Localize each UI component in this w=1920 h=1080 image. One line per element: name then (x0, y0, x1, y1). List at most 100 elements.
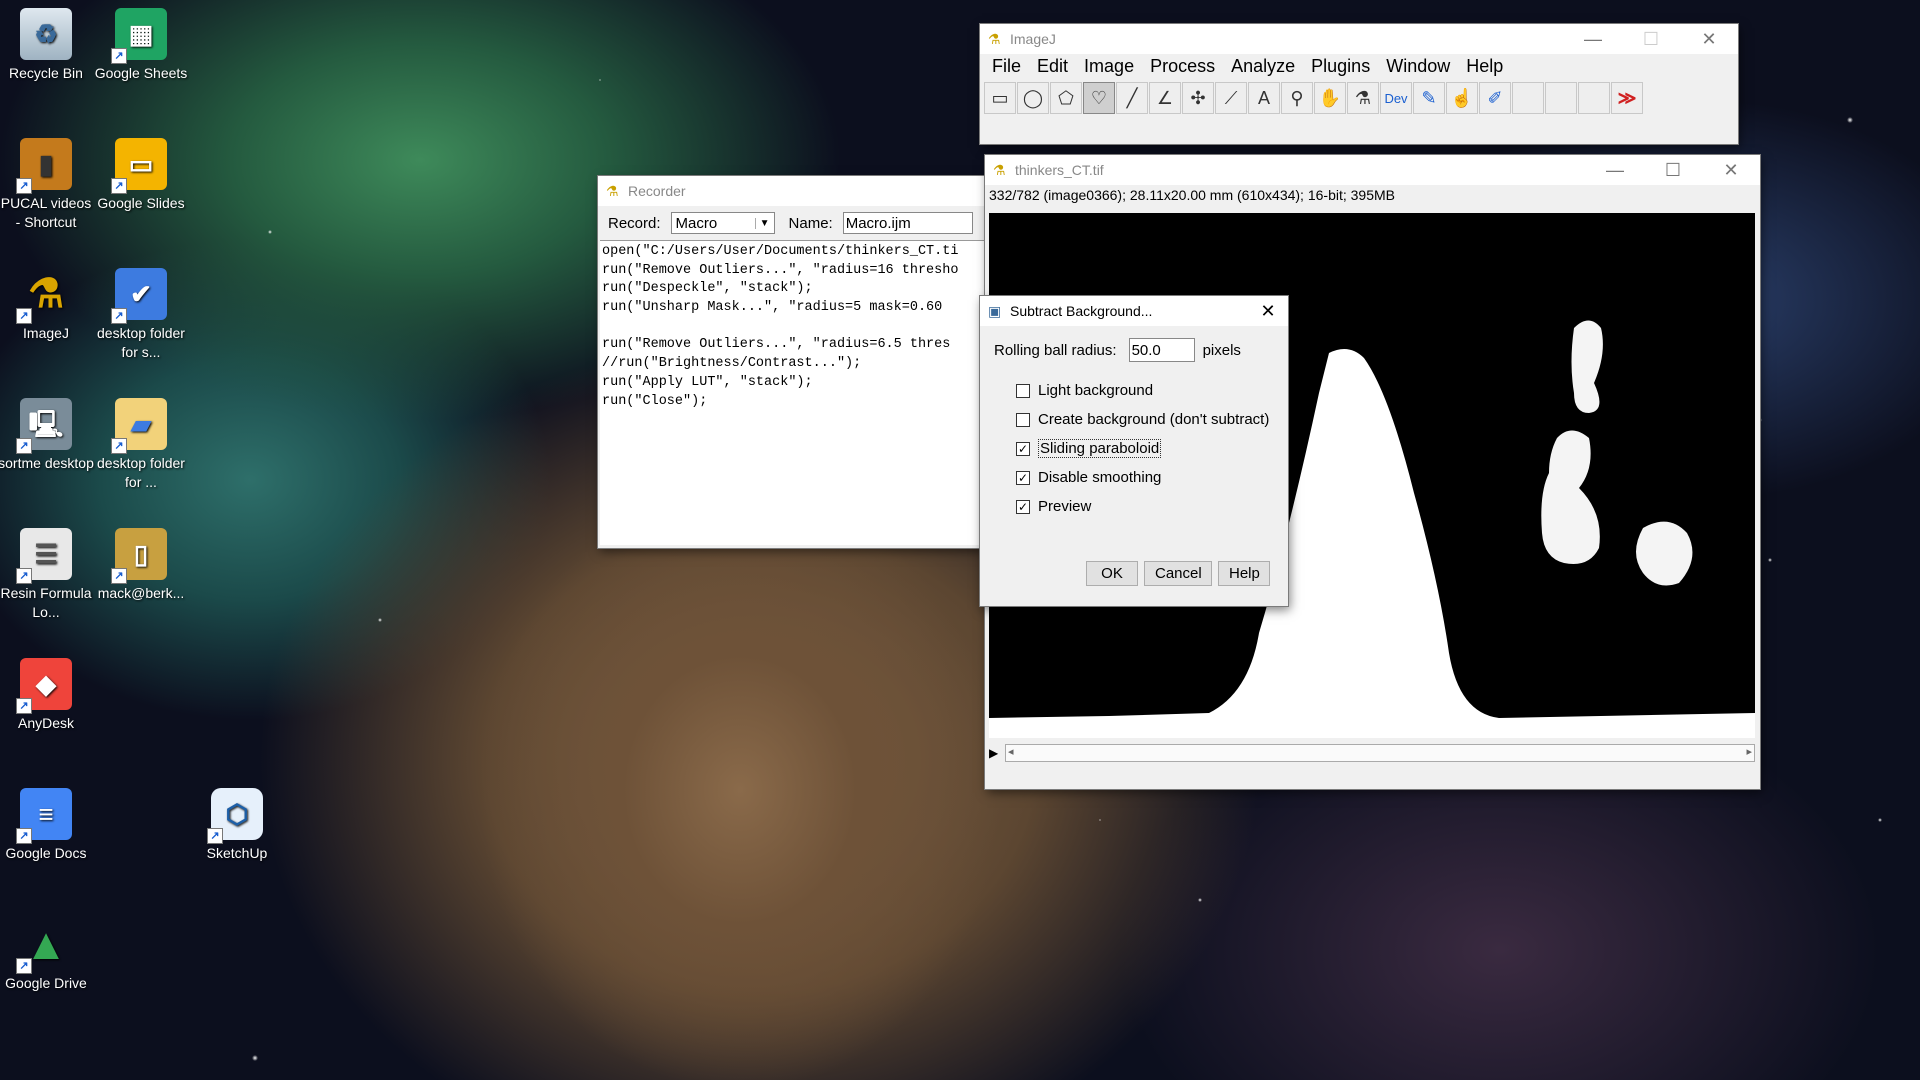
line-tool-icon[interactable]: ╱ (1116, 82, 1148, 114)
recorder-titlebar[interactable]: ⚗ Recorder (598, 176, 984, 206)
play-icon[interactable]: ▶ (989, 746, 1005, 760)
desktop-icon-google-drive[interactable]: ▲ ↗ Google Drive (0, 918, 94, 993)
oval-tool-icon[interactable]: ◯ (1017, 82, 1049, 114)
checkbox[interactable]: ✓ (1016, 499, 1030, 514)
image-app-icon: ⚗ (993, 162, 1006, 178)
menu-window[interactable]: Window (1386, 56, 1450, 77)
image-titlebar[interactable]: ⚗ thinkers_CT.tif — ☐ ✕ (985, 155, 1760, 185)
recorder-line: run("Apply LUT", "stack"); (602, 374, 813, 390)
empty-tool-slot (1512, 82, 1544, 114)
desktop-icon-label: desktop folder for ... (97, 455, 185, 490)
radius-label: Rolling ball radius: (994, 341, 1117, 359)
desktop-icon-label: Google Docs (5, 845, 87, 861)
desktop-icon-sketchup[interactable]: ⬡ ↗ SketchUp (189, 788, 285, 863)
recorder-line: run("Remove Outliers...", "radius=6.5 th… (602, 337, 951, 353)
folder-icon: ▮ ↗ (16, 138, 72, 194)
desktop-icon-desktop-folder[interactable]: ▰ ↗ desktop folder for ... (93, 398, 189, 492)
minimize-button[interactable]: — (1586, 160, 1644, 181)
freehand-tool-icon[interactable]: ♡ (1083, 82, 1115, 114)
desktop-icon-desktop-folder-s[interactable]: ✔ ↗ desktop folder for s... (93, 268, 189, 362)
pencil-icon[interactable]: ✐ (1479, 82, 1511, 114)
checkbox[interactable] (1016, 412, 1030, 427)
scroll-left-icon[interactable]: ◂ (1008, 745, 1014, 758)
wand-tool-icon[interactable]: ⟋ (1215, 82, 1247, 114)
menu-file[interactable]: File (992, 56, 1021, 77)
desktop-icon-sortme-desktop[interactable]: 🖳 ↗ sortme desktop (0, 398, 94, 473)
menu-image[interactable]: Image (1084, 56, 1134, 77)
desktop-icon-anydesk[interactable]: ◆ ↗ AnyDesk (0, 658, 94, 733)
recorder-title: Recorder (628, 183, 686, 199)
subtract-background-dialog: ▣ Subtract Background... ✕ Rolling ball … (980, 296, 1288, 606)
desktop-icon-label: Google Drive (5, 975, 87, 991)
slice-scrollbar[interactable]: ◂ ▸ (1005, 744, 1755, 762)
recorder-line: //run("Brightness/Contrast..."); (602, 356, 862, 372)
close-button[interactable]: ✕ (1248, 301, 1288, 322)
desktop-icon-google-sheets[interactable]: ▦ ↗ Google Sheets (93, 8, 189, 83)
dialog-buttons: OK Cancel Help (1086, 561, 1270, 586)
point-tool-icon[interactable]: ✣ (1182, 82, 1214, 114)
cancel-button[interactable]: Cancel (1144, 561, 1212, 586)
rectangle-tool-icon[interactable]: ▭ (984, 82, 1016, 114)
option-disable-smoothing[interactable]: ✓ Disable smoothing (1016, 463, 1288, 492)
checkbox[interactable] (1016, 383, 1030, 398)
recorder-line: open("C:/Users/User/Documents/thinkers_C… (602, 244, 959, 259)
polygon-tool-icon[interactable]: ⬠ (1050, 82, 1082, 114)
close-button[interactable]: ✕ (1702, 160, 1760, 181)
desktop-icon-label: mack@berk... (97, 585, 185, 601)
desktop-icon-resin-formula[interactable]: ☰ ↗ Resin Formula Lo... (0, 528, 94, 622)
recorder-text-area[interactable]: open("C:/Users/User/Documents/thinkers_C… (600, 240, 984, 545)
menu-process[interactable]: Process (1150, 56, 1215, 77)
maximize-button[interactable]: ☐ (1622, 29, 1680, 50)
record-type-select[interactable]: Macro ▼ (670, 212, 775, 234)
hand-icon[interactable]: ✋ (1314, 82, 1346, 114)
checkbox[interactable]: ✓ (1016, 470, 1030, 485)
checkbox[interactable]: ✓ (1016, 441, 1030, 456)
ok-button[interactable]: OK (1086, 561, 1138, 586)
help-button[interactable]: Help (1218, 561, 1270, 586)
radius-input[interactable] (1128, 338, 1195, 362)
desktop-icon-mack[interactable]: ▯ ↗ mack@berk... (93, 528, 189, 603)
imagej-titlebar[interactable]: ⚗ ImageJ — ☐ ✕ (980, 24, 1738, 54)
desktop-icon-recycle-bin[interactable]: ♻ Recycle Bin (0, 8, 94, 83)
scroll-right-icon[interactable]: ▸ (1746, 745, 1752, 758)
text-tool-icon[interactable]: A (1248, 82, 1280, 114)
dev-menu[interactable]: Dev (1380, 82, 1412, 114)
brush-icon[interactable]: ✎ (1413, 82, 1445, 114)
option-label: Create background (don't subtract) (1038, 411, 1270, 428)
folder-icon: ▰ ↗ (111, 398, 167, 454)
menu-analyze[interactable]: Analyze (1231, 56, 1295, 77)
flood-fill-icon[interactable]: ☝ (1446, 82, 1478, 114)
microscope-icon: ⚗ ↗ (16, 268, 72, 324)
maximize-button[interactable]: ☐ (1644, 160, 1702, 181)
option-preview[interactable]: ✓ Preview (1016, 492, 1288, 521)
magnifier-icon[interactable]: ⚲ (1281, 82, 1313, 114)
desktop-icon-google-slides[interactable]: ▭ ↗ Google Slides (93, 138, 189, 213)
angle-tool-icon[interactable]: ∠ (1149, 82, 1181, 114)
dialog-titlebar[interactable]: ▣ Subtract Background... ✕ (980, 296, 1288, 326)
desktop-icon-label: Resin Formula Lo... (0, 585, 92, 620)
macro-name-input[interactable] (842, 212, 973, 234)
recorder-line: run("Remove Outliers...", "radius=16 thr… (602, 262, 959, 278)
desktop-icon-imagej[interactable]: ⚗ ↗ ImageJ (0, 268, 94, 343)
option-label: Light background (1038, 382, 1154, 399)
more-tools-icon[interactable]: ≫ (1611, 82, 1643, 114)
chevron-down-icon: ▼ (754, 217, 774, 229)
option-light-background[interactable]: Light background (1016, 376, 1288, 405)
menu-plugins[interactable]: Plugins (1311, 56, 1370, 77)
option-create-background[interactable]: Create background (don't subtract) (1016, 405, 1288, 434)
computer-icon: 🖳 ↗ (16, 398, 72, 454)
desktop-icon-pucal-videos[interactable]: ▮ ↗ PUCAL videos - Shortcut (0, 138, 94, 232)
menu-help[interactable]: Help (1466, 56, 1503, 77)
device-icon: ▯ ↗ (111, 528, 167, 584)
menu-edit[interactable]: Edit (1037, 56, 1068, 77)
imagej-window: ⚗ ImageJ — ☐ ✕ File Edit Image Process A… (980, 24, 1738, 144)
record-type-value: Macro (675, 214, 718, 232)
option-sliding-paraboloid[interactable]: ✓ Sliding paraboloid (1016, 434, 1288, 463)
stack-slider[interactable]: ▶ ◂ ▸ (989, 743, 1755, 763)
close-button[interactable]: ✕ (1680, 29, 1738, 50)
desktop-icon-google-docs[interactable]: ≡ ↗ Google Docs (0, 788, 94, 863)
dropper-icon[interactable]: ⚗ (1347, 82, 1379, 114)
minimize-button[interactable]: — (1564, 29, 1622, 50)
recorder-window: ⚗ Recorder Record: Macro ▼ Name: open("C… (598, 176, 984, 548)
imagej-toolbar: ▭ ◯ ⬠ ♡ ╱ ∠ ✣ ⟋ A ⚲ ✋ ⚗ Dev ✎ ☝ ✐ ≫ (980, 78, 1738, 118)
